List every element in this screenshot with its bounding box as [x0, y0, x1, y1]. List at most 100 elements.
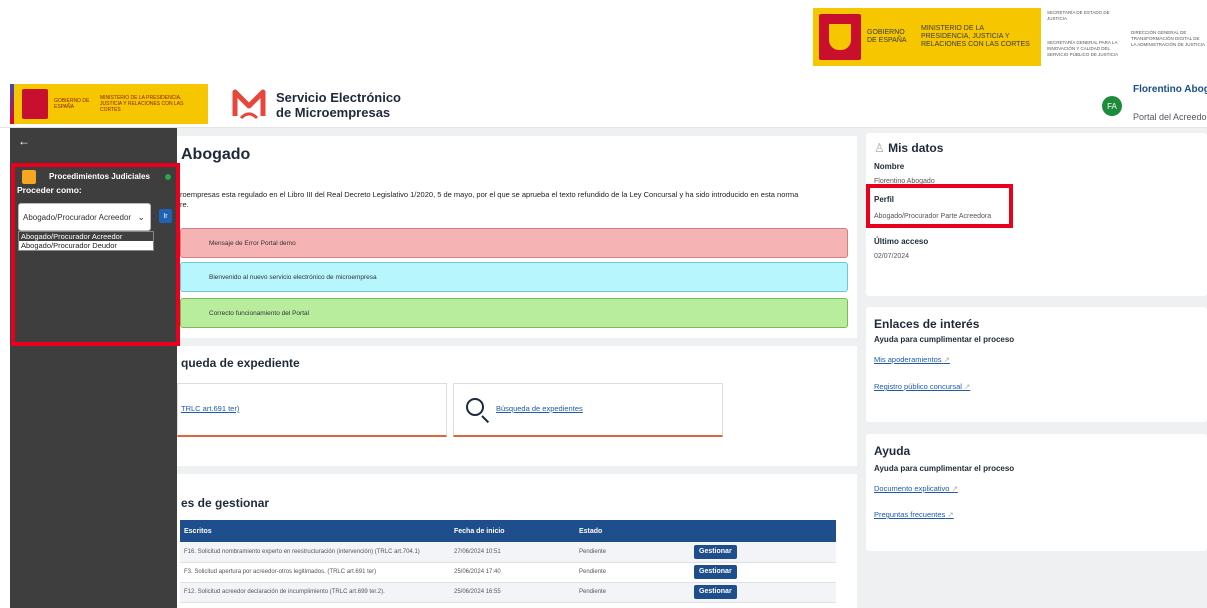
col-estado: Estado [575, 520, 690, 542]
role-select-value: Abogado/Procurador Acreedor [23, 212, 132, 222]
app-window: GOBIERNO DE ESPAÑA MINISTERIO DE LA PRES… [0, 80, 1207, 608]
col-fecha: Fecha de inicio [450, 520, 575, 542]
nombre-label: Nombre [874, 162, 905, 171]
pending-table: Escritos Fecha de inicio Estado F16. Sol… [180, 520, 836, 603]
coat-of-arms-icon [819, 14, 861, 60]
chevron-down-icon: ⌄ [137, 212, 145, 222]
cell-accion: Gestionar [690, 542, 836, 563]
cell-estado: Pendiente [575, 562, 690, 583]
cell-accion: Gestionar [690, 562, 836, 583]
cell-fecha: 25/06/2024 17:40 [450, 562, 575, 583]
search-icon [466, 398, 484, 416]
role-select[interactable]: Abogado/Procurador Acreedor ⌄ [18, 203, 151, 231]
status-dot [165, 174, 171, 180]
app-title-line2: de Microempresas [276, 105, 391, 120]
procedure-panel: Procedimientos Judiciales Proceder como:… [11, 163, 180, 346]
intro-text: roempresas esta regulado en el Libro III… [180, 190, 856, 210]
header-min-text: MINISTERIO DE LA PRESIDENCIA, JUSTICIA Y… [100, 95, 184, 113]
external-link-icon: ↗ [951, 484, 958, 493]
app-title: Servicio Electrónico de Microempresas [276, 90, 401, 120]
go-button[interactable]: Ir [159, 209, 172, 223]
back-arrow-icon[interactable]: ← [18, 134, 30, 148]
success-alert: Correcto funcionamiento del Portal [180, 298, 848, 328]
search-card: queda de expediente TRLC art.691 ter) Bú… [177, 346, 857, 466]
page-title: Abogado [181, 146, 251, 163]
external-link-icon: ↗ [943, 355, 950, 364]
ayuda-subtitle: Ayuda para cumplimentar el proceso [874, 464, 1015, 473]
welcome-card: Abogado roempresas esta regulado en el L… [177, 136, 857, 338]
cell-fecha: 25/06/2024 16:55 [450, 582, 575, 603]
acceso-value: 02/07/2024 [874, 253, 910, 260]
user-name[interactable]: Florentino Abogad [1133, 84, 1207, 95]
cell-escrito: F3. Solicitud apertura por acreedor-otro… [180, 562, 450, 583]
link-text[interactable]: Registro público concursal [874, 382, 962, 391]
preguntas-frecuentes-link[interactable]: Preguntas frecuentes ↗ [874, 510, 954, 519]
ayuda-card: Ayuda Ayuda para cumplimentar el proceso… [866, 434, 1207, 551]
government-logo: GOBIERNO DE ESPAÑA MINISTERIO DE LA PRES… [813, 8, 1041, 66]
registro-concursal-link[interactable]: Registro público concursal ↗ [874, 382, 970, 391]
gestionar-button[interactable]: Gestionar [694, 565, 737, 579]
user-icon: ♙ [874, 141, 889, 155]
search-card2-link[interactable]: Búsqueda de expedientes [496, 404, 583, 413]
enlaces-title: Enlaces de interés [874, 317, 980, 331]
external-link-icon: ↗ [964, 382, 971, 391]
table-row: F16. Solicitud nombramiento experto en r… [180, 542, 836, 563]
secretaria-estado-text: SECRETARÍA DE ESTADO DE JUSTICIA [1047, 10, 1110, 21]
microempresas-logo-icon [232, 89, 266, 120]
mis-datos-title-text: Mis datos [888, 141, 944, 155]
gestionar-button[interactable]: Gestionar [694, 585, 737, 599]
app-header: GOBIERNO DE ESPAÑA MINISTERIO DE LA PRES… [0, 80, 1207, 128]
user-role: Portal del Acreedor [1133, 112, 1207, 122]
cell-escrito: F16. Solicitud nombramiento experto en r… [180, 542, 450, 563]
external-link-icon: ↗ [947, 510, 954, 519]
gestionar-button[interactable]: Gestionar [694, 544, 737, 559]
documento-explicativo-link[interactable]: Documento explicativo ↗ [874, 484, 958, 493]
government-banner: GOBIERNO DE ESPAÑA MINISTERIO DE LA PRES… [0, 0, 1207, 80]
role-option[interactable]: Abogado/Procurador Deudor [19, 241, 153, 250]
ministerio-text: MINISTERIO DE LA PRESIDENCIA, JUSTICIA Y… [921, 25, 1030, 48]
flag-stripe [10, 84, 14, 124]
role-options-list: Abogado/Procurador Acreedor Abogado/Proc… [18, 231, 154, 251]
cell-fecha: 27/06/2024 10:51 [450, 542, 575, 563]
link-text[interactable]: Preguntas frecuentes [874, 510, 945, 519]
cell-estado: Pendiente [575, 582, 690, 603]
secretaria-general-text: SECRETARÍA GENERAL PARA LA INNOVACIÓN Y … [1047, 40, 1119, 57]
table-row: F12. Solicitud acreedor declaración de i… [180, 582, 836, 603]
direccion-general-text: DIRECCIÓN GENERAL DE TRANSFORMACIÓN DIGI… [1131, 30, 1206, 47]
mis-datos-title: ♙ Mis datos [874, 141, 943, 155]
cell-escrito: F12. Solicitud acreedor declaración de i… [180, 582, 450, 603]
intro-line1: roempresas esta regulado en el Libro III… [180, 190, 799, 199]
header-gob-text: GOBIERNO DE ESPAÑA [54, 98, 90, 110]
app-title-line1: Servicio Electrónico [276, 90, 401, 105]
procedure-title[interactable]: Procedimientos Judiciales [49, 172, 150, 181]
pending-title: es de gestionar [181, 496, 270, 510]
coat-of-arms-icon [22, 89, 48, 119]
search-title: queda de expediente [181, 356, 300, 370]
role-option[interactable]: Abogado/Procurador Acreedor [19, 232, 153, 241]
enlaces-subtitle: Ayuda para cumplimentar el proceso [874, 335, 1015, 344]
info-alert: Bienvenido al nuevo servicio electrónico… [180, 262, 848, 292]
main-content: Abogado roempresas esta regulado en el L… [177, 128, 857, 608]
acceso-label: Último acceso [874, 237, 929, 246]
search-card1-link[interactable]: TRLC art.691 ter) [181, 404, 239, 413]
intro-line2: re. [180, 200, 189, 209]
header-government-logo[interactable]: GOBIERNO DE ESPAÑA MINISTERIO DE LA PRES… [10, 84, 208, 124]
search-card-left[interactable]: TRLC art.691 ter) [177, 383, 447, 437]
link-text[interactable]: Mis apoderamientos [874, 355, 942, 364]
proceed-label: Proceder como: [17, 185, 82, 195]
error-alert: Mensaje de Error Portal demo [180, 228, 848, 258]
mis-apoderamientos-link[interactable]: Mis apoderamientos ↗ [874, 355, 950, 364]
table-header-row: Escritos Fecha de inicio Estado [180, 520, 836, 542]
col-escritos: Escritos [180, 520, 450, 542]
cell-estado: Pendiente [575, 542, 690, 563]
gobierno-text: GOBIERNO DE ESPAÑA [867, 29, 907, 44]
table-row: F3. Solicitud apertura por acreedor-otro… [180, 562, 836, 583]
link-text[interactable]: Documento explicativo [874, 484, 949, 493]
ayuda-title: Ayuda [874, 444, 911, 458]
search-card-right[interactable]: Búsqueda de expedientes [453, 383, 723, 437]
enlaces-card: Enlaces de interés Ayuda para cumpliment… [866, 307, 1207, 422]
avatar[interactable]: FA [1102, 96, 1122, 116]
perfil-highlight [866, 184, 1013, 228]
cell-accion: Gestionar [690, 582, 836, 603]
procedure-icon [22, 170, 36, 184]
